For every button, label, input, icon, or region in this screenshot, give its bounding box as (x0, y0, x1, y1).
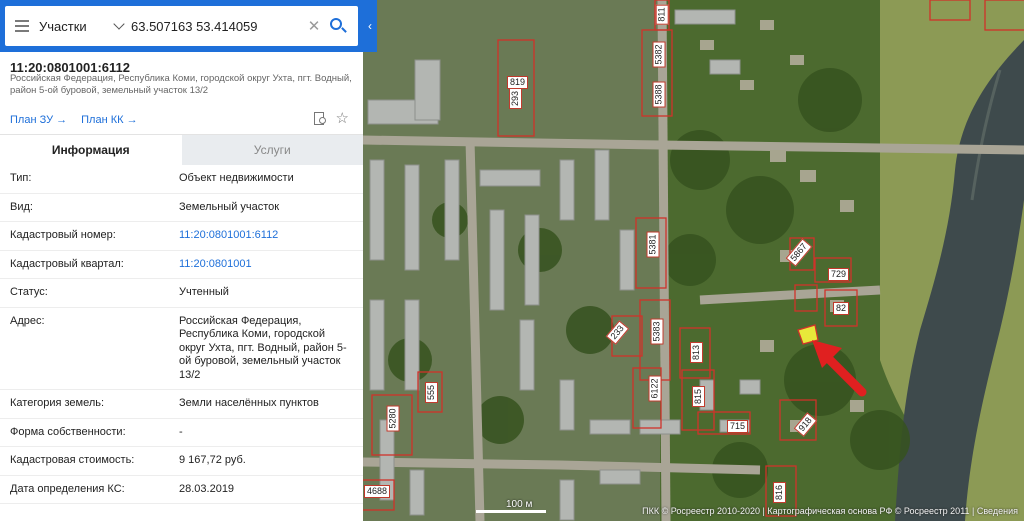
property-row: Тип: Объект недвижимости (0, 165, 363, 194)
plot-label[interactable]: 813 (690, 341, 704, 364)
property-row: Кадастровый номер: 11:20:0801001:6112 (0, 222, 363, 251)
search-box: Участки ✕ (5, 6, 358, 46)
plot-label[interactable]: 5280 (386, 405, 400, 432)
plot-label[interactable]: 816 (773, 481, 787, 504)
property-row: Кадастровая стоимость: 9 167,72 руб. (0, 447, 363, 476)
property-value: 9 167,72 руб. (179, 454, 246, 466)
plan-links: План ЗУ → План КК → (10, 114, 138, 126)
chevron-down-icon (113, 18, 125, 30)
property-key: Кадастровый квартал: (10, 257, 124, 270)
map-attribution[interactable]: ПКК © Росреестр 2010-2020 | Картографиче… (642, 506, 1018, 516)
property-value: Объект недвижимости (179, 172, 294, 184)
property-row: Статус: Учтенный (0, 279, 363, 308)
property-key: Тип: (10, 172, 32, 184)
zoom-doc-icon[interactable] (313, 112, 328, 126)
scale-line (476, 510, 546, 513)
plot-label[interactable]: 293 (509, 87, 523, 110)
star-icon[interactable]: ☆ (336, 111, 349, 126)
layer-select[interactable]: Участки (39, 6, 125, 46)
property-value: Учтенный (179, 286, 229, 298)
plot-label[interactable]: 815 (692, 385, 706, 408)
property-value: Российская Федерация, Республика Коми, г… (179, 314, 347, 381)
property-row: Категория земель: Земли населённых пункт… (0, 390, 363, 419)
search-bar: Участки ✕ (0, 0, 363, 52)
property-value: Земли населённых пунктов (179, 397, 319, 409)
property-key: Кадастровый номер: (10, 229, 116, 241)
property-key: Кадастровая стоимость: (10, 454, 135, 466)
property-row: Форма собственности: - (0, 419, 363, 447)
tab-info[interactable]: Информация (0, 135, 182, 165)
property-key: Статус: (10, 286, 48, 298)
property-row: Кадастровый квартал: 11:20:0801001 (0, 251, 363, 279)
tool-icons: ☆ (313, 111, 349, 126)
cadastral-quarter-link[interactable]: 11:20:0801001 (179, 251, 353, 279)
cadastral-number-link[interactable]: 11:20:0801001:6112 (179, 222, 353, 250)
info-panel: Участки ✕ 11:20:0801001:6112 Российская … (0, 0, 363, 521)
property-row: Адрес: Российская Федерация, Республика … (0, 308, 363, 390)
property-key: Дата определения КС: (10, 482, 125, 495)
plot-label[interactable]: 5381 (646, 231, 660, 258)
plot-label[interactable]: 811 (655, 4, 669, 25)
property-key: Категория земель: (10, 397, 105, 409)
plot-label[interactable]: 715 (727, 420, 749, 433)
plot-label[interactable]: 729 (828, 268, 850, 281)
plan-zu-link[interactable]: План ЗУ → (10, 114, 67, 126)
plot-label[interactable]: 555 (425, 381, 439, 404)
search-icon[interactable] (323, 6, 353, 46)
property-value: Земельный участок (179, 200, 280, 213)
object-address: Российская Федерация, Республика Коми, г… (10, 73, 352, 96)
plot-label[interactable]: 4688 (364, 485, 391, 498)
property-key: Форма собственности: (10, 425, 126, 438)
plot-label[interactable]: 6122 (648, 375, 662, 402)
properties-table: Тип: Объект недвижимости Вид: Земельный … (0, 165, 363, 504)
plot-label[interactable]: 82 (833, 302, 850, 315)
property-value: 28.03.2019 (179, 482, 235, 495)
tab-bar: Информация Услуги (0, 134, 363, 165)
tab-services[interactable]: Услуги (181, 135, 363, 165)
property-key: Вид: (10, 200, 33, 213)
property-row: Дата определения КС: 28.03.2019 (0, 476, 363, 504)
scale-label: 100 м (506, 499, 533, 510)
search-input[interactable] (125, 6, 305, 46)
scale-bar: 100 м (476, 499, 546, 515)
plot-label[interactable]: 5382 (652, 41, 666, 68)
chevron-left-icon[interactable]: ‹ (363, 0, 377, 52)
menu-icon[interactable] (5, 6, 39, 46)
layer-select-value: Участки (39, 18, 87, 34)
property-row: Вид: Земельный участок (0, 194, 363, 222)
property-key: Адрес: (10, 314, 45, 327)
plan-kk-link[interactable]: План КК → (81, 114, 137, 126)
clear-icon[interactable]: ✕ (305, 6, 323, 46)
property-value: - (179, 425, 183, 438)
plot-label[interactable]: 5388 (652, 81, 666, 108)
plot-label[interactable]: 5383 (650, 318, 664, 345)
